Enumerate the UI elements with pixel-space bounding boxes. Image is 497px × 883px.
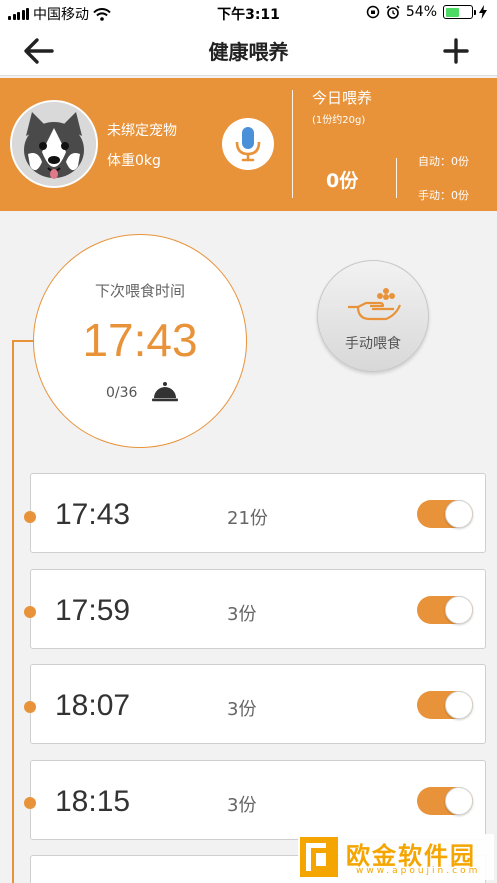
auto-feed-total: 自动：0份 — [418, 155, 469, 168]
schedule-time: 17:43 — [55, 498, 131, 531]
next-feed-panel: 下次喂食时间 17:43 0/36 — [33, 234, 247, 448]
timeline-dot — [24, 701, 36, 713]
manual-feed-label: 手动喂食 — [345, 336, 401, 352]
charging-icon — [479, 5, 487, 19]
next-feed-label: 下次喂食时间 — [94, 282, 185, 300]
microphone-icon — [235, 127, 261, 162]
today-feed-title: 今日喂养 — [312, 89, 373, 107]
next-feed-time: 17:43 — [82, 314, 198, 366]
schedule-toggle[interactable] — [417, 691, 473, 719]
schedule-toggle[interactable] — [417, 787, 473, 815]
battery-percent: 54% — [405, 4, 437, 20]
voice-record-button[interactable] — [222, 118, 274, 170]
timeline-connector — [12, 340, 34, 342]
plus-icon — [443, 38, 469, 64]
schedule-time: 18:07 — [55, 689, 131, 722]
pet-name: 未绑定宠物 — [107, 123, 177, 139]
watermark: 欧金软件园 www.apoujin.com — [298, 834, 494, 880]
status-bar: 中国移动 下午3:11 54% — [0, 0, 497, 26]
add-button[interactable] — [441, 36, 471, 66]
schedule-toggle[interactable] — [417, 596, 473, 624]
schedule-time: 17:59 — [55, 594, 131, 627]
schedule-item: 17:43 21份 — [30, 473, 486, 553]
schedule-toggle[interactable] — [417, 500, 473, 528]
schedule-item: 17:59 3份 — [30, 569, 486, 649]
schedule-portion: 3份 — [227, 604, 257, 625]
portion-note: (1份约20g) — [312, 115, 366, 126]
schedule-time: 18:15 — [55, 785, 131, 818]
timeline-dot — [24, 511, 36, 523]
watermark-url: www.apoujin.com — [356, 866, 481, 876]
husky-avatar-icon — [12, 102, 96, 186]
feed-progress: 0/36 — [106, 385, 138, 401]
schedule-portion: 3份 — [227, 795, 257, 816]
pet-weight: 体重0kg — [107, 153, 161, 169]
food-cloche-icon — [152, 382, 178, 402]
manual-feed-button[interactable]: 手动喂食 — [317, 260, 429, 372]
alarm-icon — [386, 5, 400, 19]
battery-icon — [443, 5, 476, 19]
pet-avatar[interactable] — [10, 100, 98, 188]
timeline-dot — [24, 606, 36, 618]
schedule-item: 18:15 3份 — [30, 760, 486, 840]
manual-feed-total: 手动：0份 — [418, 189, 469, 202]
nav-bar: 健康喂养 — [0, 26, 497, 76]
page-title: 健康喂养 — [208, 40, 289, 64]
timeline-line — [12, 340, 14, 883]
schedule-item: 18:07 3份 — [30, 664, 486, 744]
today-total: 0份 — [326, 170, 359, 192]
pet-header: 未绑定宠物 体重0kg 今日喂养 (1份约20g) 0份 自动：0份 手动：0份 — [0, 78, 497, 211]
status-right: 54% — [366, 4, 487, 20]
timeline-dot — [24, 797, 36, 809]
orientation-lock-icon — [366, 5, 380, 19]
hand-feeding-icon — [348, 288, 402, 321]
totals-divider — [396, 158, 397, 198]
schedule-portion: 3份 — [227, 699, 257, 720]
watermark-logo-icon — [300, 837, 338, 877]
header-divider — [292, 90, 293, 198]
schedule-portion: 21份 — [227, 508, 268, 529]
